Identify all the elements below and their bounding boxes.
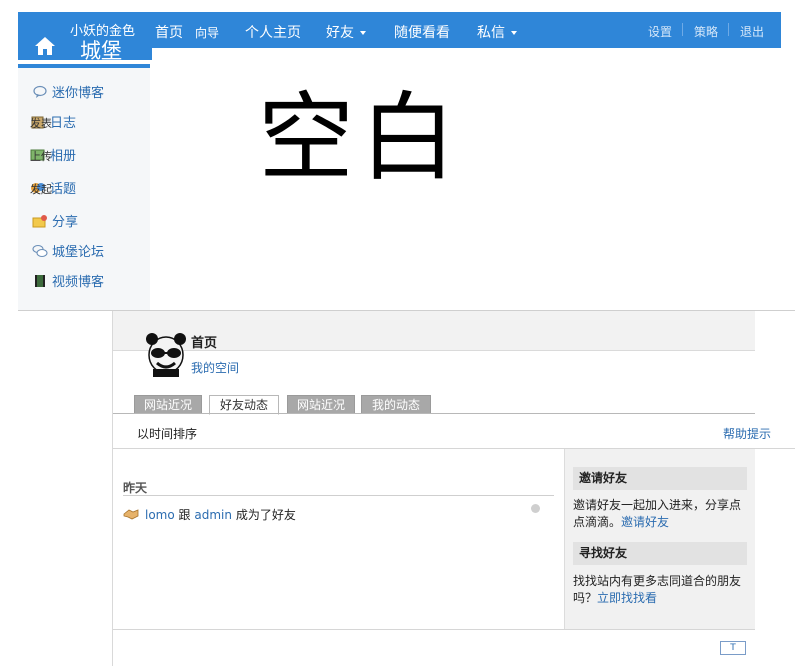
invite-friends-text: 邀请好友一起加入进来，分享点点滴滴。邀请好友 — [573, 497, 751, 531]
sidebar-item-label: 城堡论坛 — [52, 245, 105, 260]
invite-friends-link[interactable]: 邀请好友 — [621, 515, 669, 529]
nav-home[interactable]: 首页 — [155, 22, 183, 42]
settings-link[interactable]: 设置 — [648, 23, 672, 40]
sidebar-item-label: 迷你博客 — [52, 86, 105, 101]
upload-overlay-text: 上传 — [30, 150, 52, 163]
sidebar: 迷你博客 发表 日志 上传 相册 发起 话题 分享 城堡论坛 视频博客 — [18, 64, 150, 310]
sidebar-item-label: 日志 — [50, 116, 77, 131]
my-space-link[interactable]: 我的空间 — [191, 359, 239, 376]
nav-messages[interactable]: 私信 — [477, 22, 517, 42]
chevron-down-icon — [511, 31, 517, 35]
help-tips-link[interactable]: 帮助提示 — [723, 425, 771, 442]
chat-bubble-icon — [33, 85, 47, 98]
delete-icon[interactable] — [531, 504, 540, 513]
nav-profile[interactable]: 个人主页 — [245, 22, 301, 42]
day-heading: 昨天 — [123, 481, 148, 495]
divider — [682, 23, 683, 36]
nav-friends[interactable]: 好友 — [326, 22, 366, 42]
sidebar-item-video-blog[interactable]: 视频博客 — [32, 271, 104, 290]
divider — [728, 23, 729, 36]
logo-title: 城堡 — [80, 39, 122, 63]
page-title: 首页 — [191, 336, 218, 351]
tab-my-activity[interactable]: 我的动态 — [361, 395, 431, 414]
user-link-admin[interactable]: admin — [194, 508, 232, 522]
nav-guide[interactable]: 向导 — [195, 24, 219, 41]
invite-friends-heading: 邀请好友 — [573, 467, 747, 490]
sort-by-time[interactable]: 以时间排序 — [137, 425, 197, 442]
sidebar-item-mini-blog[interactable]: 迷你博客 — [32, 82, 104, 101]
avatar[interactable] — [145, 329, 187, 377]
sidebar-item-label: 话题 — [50, 182, 77, 197]
chevron-down-icon — [360, 31, 366, 35]
album-icon-wrap: 上传 — [30, 148, 52, 164]
activity-feed: 昨天 lomo 跟 admin 成为了好友 — [113, 449, 564, 629]
find-friends-heading: 寻找好友 — [573, 542, 747, 565]
sidebar-item-label: 相册 — [50, 149, 77, 164]
topic-icon-wrap: 发起 — [30, 181, 52, 197]
start-overlay-text: 发起 — [30, 183, 52, 196]
nav-friends-label: 好友 — [326, 25, 354, 41]
sidebar-item-topic[interactable]: 发起 话题 — [30, 178, 76, 197]
tab-site-news[interactable]: 网站近况 — [134, 395, 202, 414]
film-icon — [35, 275, 45, 287]
sidebar-item-label: 视频博客 — [52, 275, 105, 290]
sidebar-item-label: 分享 — [52, 215, 79, 230]
list-item: lomo 跟 admin 成为了好友 — [123, 506, 296, 523]
handshake-icon — [123, 509, 139, 520]
right-sidebar: 邀请好友 邀请好友一起加入进来，分享点点滴滴。邀请好友 寻找好友 找找站内有更多… — [564, 449, 755, 629]
sidebar-item-journal[interactable]: 发表 日志 — [30, 112, 76, 131]
nav-explore[interactable]: 随便看看 — [394, 22, 450, 42]
blank-placeholder-text: 空白 — [258, 82, 462, 194]
text-toggle-button[interactable]: T — [720, 641, 746, 655]
feed-connector: 跟 — [178, 508, 191, 522]
sidebar-item-forum[interactable]: 城堡论坛 — [32, 241, 104, 260]
sidebar-item-album[interactable]: 上传 相册 — [30, 145, 76, 164]
share-icon — [32, 215, 47, 228]
tab-friend-activity[interactable]: 好友动态 — [209, 395, 279, 415]
forum-icon — [32, 244, 48, 258]
logout-link[interactable]: 退出 — [740, 23, 764, 40]
find-friends-text: 找找站内有更多志同道合的朋友吗？立即找找看 — [573, 573, 751, 607]
home-icon — [35, 37, 55, 55]
tab-site-news-2[interactable]: 网站近况 — [287, 395, 355, 414]
home-panel: 首页 我的空间 网站近况 好友动态 网站近况 我的动态 以时间排序 帮助提示 昨… — [112, 311, 795, 666]
strategy-link[interactable]: 策略 — [694, 23, 718, 40]
user-link-lomo[interactable]: lomo — [145, 508, 175, 522]
divider — [113, 629, 755, 630]
find-now-link[interactable]: 立即找找看 — [597, 591, 657, 605]
text-toggle-label: T — [730, 643, 736, 653]
publish-overlay-text: 发表 — [30, 117, 52, 130]
top-navigation-bar: 小妖的金色 城堡 首页 向导 个人主页 好友 随便看看 私信 设置 策略 退出 — [18, 12, 781, 63]
divider — [113, 413, 755, 414]
site-logo[interactable]: 小妖的金色 城堡 — [18, 12, 152, 63]
nav-messages-label: 私信 — [477, 25, 505, 41]
journal-icon-wrap: 发表 — [30, 115, 52, 131]
feed-action: 成为了好友 — [235, 508, 296, 522]
divider — [123, 495, 554, 496]
sidebar-item-share[interactable]: 分享 — [32, 211, 78, 230]
